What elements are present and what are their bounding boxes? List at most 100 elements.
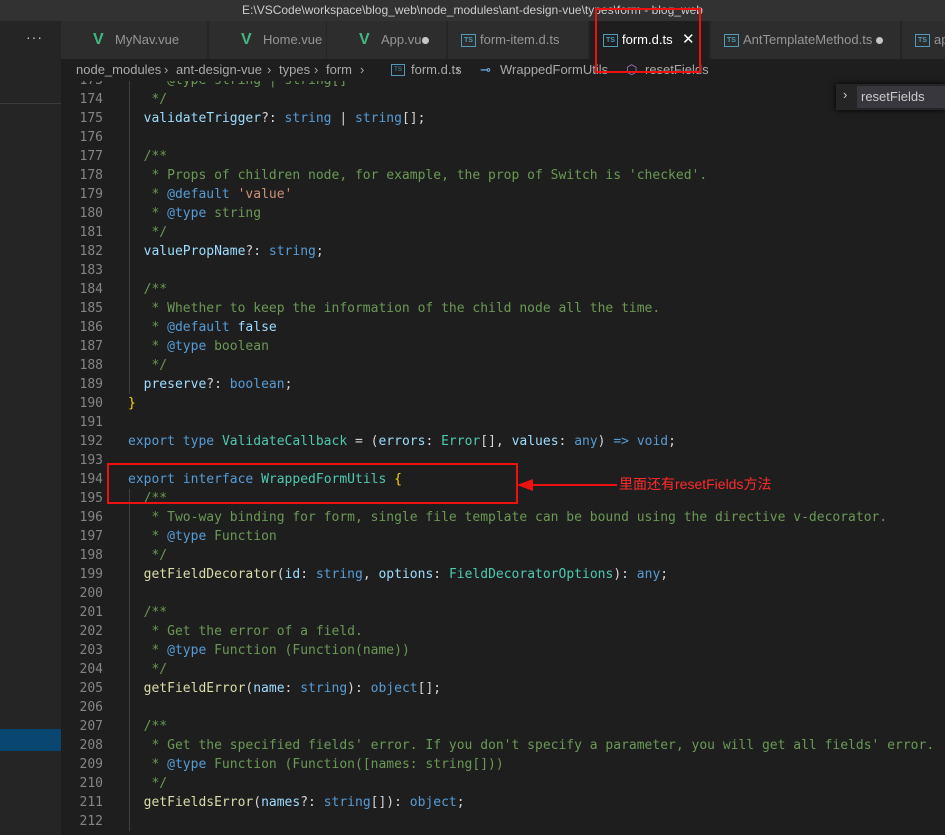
code-line[interactable]: 210 */ — [61, 774, 945, 793]
tab-highlight-box — [595, 8, 701, 73]
code-line[interactable]: 211 getFieldsError(names?: string[]): ob… — [61, 793, 945, 812]
code-line[interactable]: 208 * Get the specified fields' error. I… — [61, 736, 945, 755]
code-line[interactable]: 198 */ — [61, 546, 945, 565]
breadcrumb-separator: › — [267, 62, 272, 77]
code-line[interactable]: 180 * @type string — [61, 204, 945, 223]
code-line[interactable]: 187 * @type boolean — [61, 337, 945, 356]
code-line[interactable]: 209 * @type Function (Function([names: s… — [61, 755, 945, 774]
line-number: 191 — [79, 415, 103, 430]
breadcrumb: › › › › › › node_modules ant-design-vue types for… — [61, 59, 945, 81]
unsaved-dot-icon[interactable] — [422, 37, 429, 44]
code-text: * @type boolean — [128, 339, 269, 354]
code-line[interactable]: 203 * @type Function (Function(name)) — [61, 641, 945, 660]
code-line[interactable]: 192 export type ValidateCallback = (error… — [61, 432, 945, 451]
line-number: 174 — [79, 92, 103, 107]
code-text: * Two-way binding for form, single file … — [128, 510, 888, 525]
code-line[interactable]: 206 — [61, 698, 945, 717]
code-text: * @type Function (Function([names: strin… — [128, 757, 504, 772]
code-line[interactable]: 190} — [61, 394, 945, 413]
code-line[interactable]: 188 */ — [61, 356, 945, 375]
code-line[interactable]: 182 valuePropName?: string; — [61, 242, 945, 261]
code-line[interactable]: 196 * Two-way binding for form, single f… — [61, 508, 945, 527]
breadcrumb-item[interactable]: form — [326, 59, 352, 81]
breadcrumb-separator: › — [164, 62, 169, 77]
code-line[interactable]: 176 — [61, 128, 945, 147]
line-number: 198 — [79, 548, 103, 563]
code-text: */ — [128, 92, 168, 107]
line-number: 184 — [79, 282, 103, 297]
code-line[interactable]: 189 preserve?: boolean; — [61, 375, 945, 394]
code-line[interactable]: 207 /** — [61, 717, 945, 736]
code-line[interactable]: 173 * @type string | string[] — [61, 81, 945, 90]
code-text: * @type Function (Function(name)) — [128, 643, 410, 658]
sidebar-panel: ··· — [0, 21, 61, 835]
tab-label: Home.vue — [263, 32, 323, 47]
breadcrumb-item[interactable]: ant-design-vue — [176, 59, 262, 81]
code-line[interactable]: 177 /** — [61, 147, 945, 166]
ts-icon: TS — [724, 34, 739, 47]
line-number: 196 — [79, 510, 103, 525]
unsaved-dot-icon[interactable] — [876, 37, 883, 44]
code-text: * @type string | string[] — [128, 81, 347, 90]
code-text: } — [128, 396, 136, 411]
outline-item-resetfields[interactable]: resetFields — [857, 86, 945, 108]
tab-form-item-d-ts[interactable]: TS form-item.d.ts — [448, 21, 589, 59]
ts-file-icon: TS — [391, 64, 405, 76]
window-title: E:\VSCode\workspace\blog_web\node_module… — [0, 0, 945, 21]
code-line[interactable]: 184 /** — [61, 280, 945, 299]
code-text: * @default 'value' — [128, 187, 293, 202]
code-line[interactable]: 186 * @default false — [61, 318, 945, 337]
code-line[interactable]: 191 — [61, 413, 945, 432]
code-text: * Get the specified fields' error. If yo… — [128, 738, 935, 753]
indent-guide — [129, 81, 130, 394]
code-line[interactable]: 185 * Whether to keep the information of… — [61, 299, 945, 318]
code-line[interactable]: 197 * @type Function — [61, 527, 945, 546]
code-line[interactable]: 174 */ — [61, 90, 945, 109]
code-text: * @type string — [128, 206, 262, 221]
vue-icon: V — [359, 31, 370, 48]
line-number: 193 — [79, 453, 103, 468]
breadcrumb-item[interactable]: types — [279, 59, 310, 81]
code-line[interactable]: 205 getFieldError(name: string): object[… — [61, 679, 945, 698]
line-number: 187 — [79, 339, 103, 354]
breadcrumb-item[interactable]: WrappedFormUtils — [500, 59, 608, 81]
tab-home-vue[interactable]: V Home.vue — [209, 21, 327, 59]
code-highlight-box — [107, 463, 518, 504]
code-line[interactable]: 183 — [61, 261, 945, 280]
code-text: */ — [128, 548, 168, 563]
code-editor[interactable]: 173 * @type string | string[]174 */175 v… — [61, 81, 945, 835]
line-number: 178 — [79, 168, 103, 183]
code-line[interactable]: 202 * Get the error of a field. — [61, 622, 945, 641]
code-line[interactable]: 181 */ — [61, 223, 945, 242]
outline-dropdown[interactable]: › resetFields — [836, 84, 945, 110]
line-number: 208 — [79, 738, 103, 753]
line-number: 190 — [79, 396, 103, 411]
sidebar-selected-row[interactable] — [0, 729, 61, 751]
breadcrumb-item[interactable]: node_modules — [76, 59, 161, 81]
code-line[interactable]: 178 * Props of children node, for exampl… — [61, 166, 945, 185]
code-text: */ — [128, 662, 168, 677]
chevron-right-icon: › — [843, 87, 848, 102]
tab-anttemplatemethod-ts[interactable]: TS AntTemplateMethod.ts — [711, 21, 901, 59]
tab-ap[interactable]: TS ap — [902, 21, 945, 59]
line-number: 205 — [79, 681, 103, 696]
code-line[interactable]: 201 /** — [61, 603, 945, 622]
annotation-text: 里面还有resetFields方法 — [619, 476, 772, 492]
code-line[interactable]: 200 — [61, 584, 945, 603]
code-line[interactable]: 199 getFieldDecorator(id: string, option… — [61, 565, 945, 584]
tab-mynav-vue[interactable]: V MyNav.vue — [61, 21, 208, 59]
code-line[interactable]: 204 */ — [61, 660, 945, 679]
code-text: getFieldDecorator(id: string, options: F… — [143, 567, 669, 582]
code-text: * Props of children node, for example, t… — [128, 168, 708, 183]
tab-app-vue[interactable]: V App.vue — [327, 21, 447, 59]
code-line[interactable]: 212 — [61, 812, 945, 831]
breadcrumb-item[interactable]: form.d.ts — [411, 59, 462, 81]
code-line[interactable]: 175 validateTrigger?: string | string[]; — [61, 109, 945, 128]
code-text: /** — [128, 282, 168, 297]
line-number: 194 — [79, 472, 103, 487]
code-line[interactable]: 179 * @default 'value' — [61, 185, 945, 204]
line-number: 207 — [79, 719, 103, 734]
line-number: 210 — [79, 776, 103, 791]
indent-guide — [129, 489, 130, 831]
more-actions-icon[interactable]: ··· — [26, 29, 43, 45]
